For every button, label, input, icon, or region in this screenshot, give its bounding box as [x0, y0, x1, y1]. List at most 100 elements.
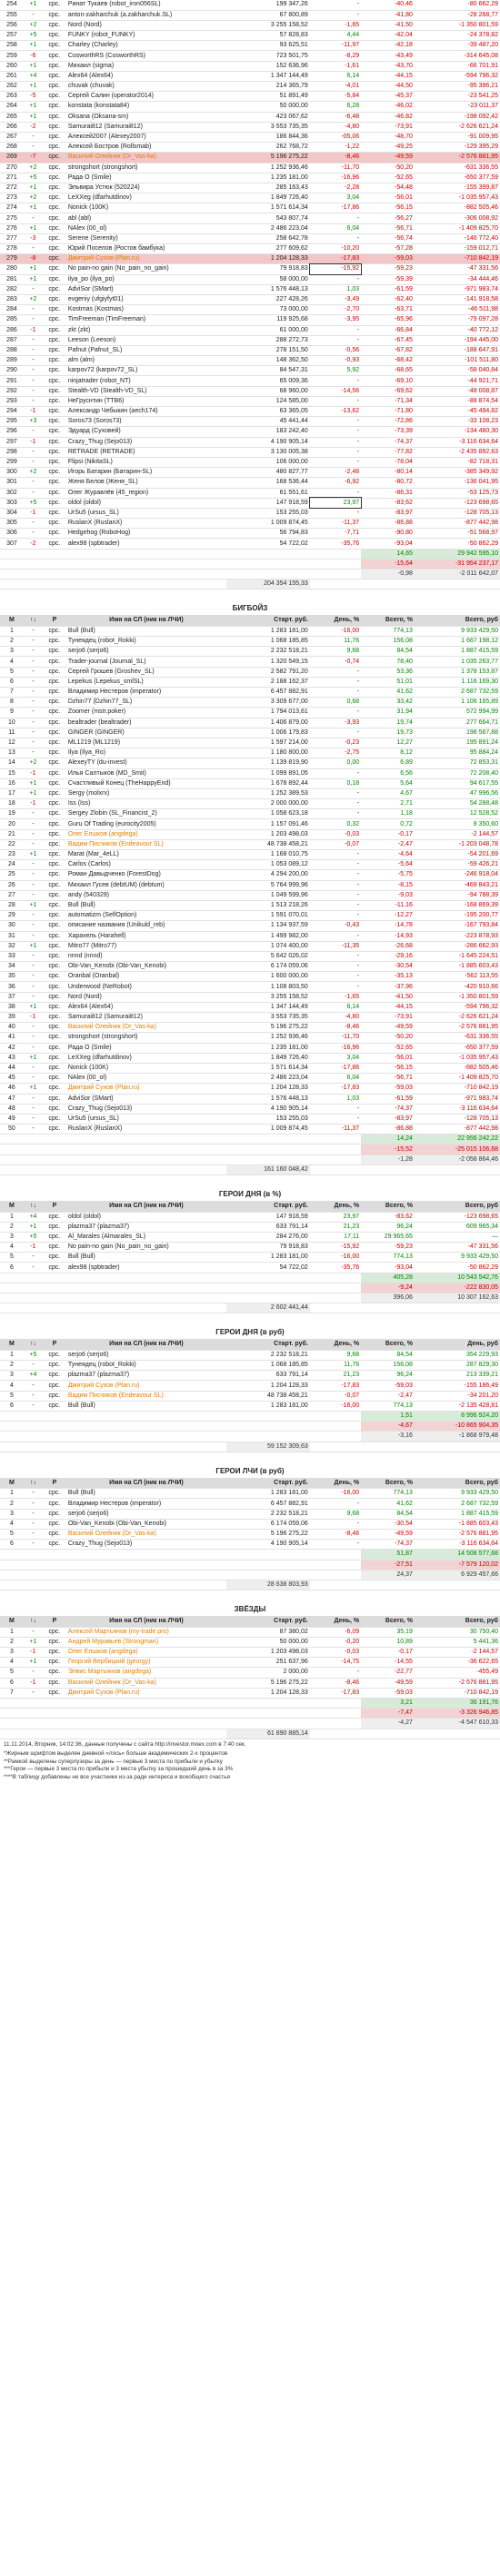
participant-name: bealtrader (bealtrader)	[65, 718, 227, 728]
table-row: 7- срс. Владимир Нестеров (imperator) 6 457…	[0, 687, 500, 698]
start-capital-cell: 84 547,31	[226, 365, 310, 377]
start-capital-cell: 87 380,02	[226, 1627, 310, 1638]
participant-name: serjo6 (serjo6)	[65, 1509, 227, 1520]
rank-change-cell: -	[23, 355, 43, 367]
type-cell: срс.	[42, 718, 66, 728]
total-percent-cell: -56,01	[361, 1053, 415, 1064]
total-rub-cell: -46 511,98	[414, 304, 500, 316]
table-row: 277 -3 срс. Serene (Serenity) 258 642,78- -56…	[0, 233, 500, 245]
summary-rub-cell: 14 508 577,68	[414, 1549, 500, 1560]
total-percent-cell: -35,13	[361, 971, 415, 983]
table-row: 36- срс. Underwood (NeRobot) 1 108 803,50- -…	[0, 981, 500, 993]
rank-change-cell: -1	[23, 768, 43, 779]
summary-empty-cell	[309, 1698, 362, 1709]
type-cell: срс.	[42, 396, 66, 408]
total-rub-cell: -47 331,56	[414, 263, 500, 275]
participant-name: Oranbal (Oranbal)	[65, 971, 227, 983]
participant-name: Crazy_Thug (Sejo013)	[65, 1539, 227, 1551]
participant-name: Владимир Нестеров (imperator)	[65, 1498, 227, 1510]
summary-empty-cell	[226, 1570, 310, 1580]
table-row: 5- срс. Элвис Мартьянов (angdega) 2 000,00-…	[0, 1667, 500, 1679]
type-cell: срс.	[42, 1002, 66, 1014]
summary-empty-cell	[226, 1154, 310, 1165]
table-row: 3- срс. serjo6 (serjo6) 2 232 518,21 9,68 84,…	[0, 646, 500, 658]
participant-name: Женя Белов (Женя_SL)	[65, 477, 227, 489]
column-header-p: Р	[42, 1616, 66, 1628]
rank-change-cell: -	[23, 677, 43, 689]
table-row: 264 +1 срс. konstata (konstata84) 50 000,00 6…	[0, 101, 500, 113]
total-rub-cell: -1 885 603,43	[414, 1519, 500, 1531]
rank-cell: 264	[0, 101, 24, 113]
day-percent-cell: -	[309, 910, 362, 922]
total-percent-cell: -86,31	[361, 488, 415, 499]
rank-change-cell: +2	[23, 20, 43, 32]
table-row: 266 -2 срс. Samurai812 (Samurai812) 3 553 73…	[0, 122, 500, 133]
rank-cell: 50	[0, 1124, 24, 1135]
summary-rub-cell: -31 954 237,17	[414, 559, 500, 570]
summary-empty-cell	[226, 1144, 310, 1155]
total-rub-cell: -877 442,98	[414, 518, 500, 530]
table-row: 254 +1 срс. Ринат Тукаев (robot_iron056SL) 1…	[0, 0, 500, 11]
total-percent-cell: 41,62	[361, 687, 415, 698]
participant-name: Flipsi (NikitaSL)	[65, 457, 227, 469]
rank-change-cell: -	[23, 920, 43, 932]
participant-name: strongshort (strongshort)	[65, 1032, 227, 1044]
rank-change-cell: -	[23, 1688, 43, 1699]
total-percent-cell: -43,70	[361, 61, 415, 72]
table-row: 47- срс. AdviSor (SMart) 1 576 448,13 1,03 -6…	[0, 1094, 500, 1105]
rank-change-cell: +5	[23, 498, 43, 509]
type-cell: срс.	[42, 30, 66, 42]
start-capital-cell: 633 791,14	[226, 1370, 310, 1382]
column-header-name: Имя на СЛ (ник на ЛЧИ)	[65, 1201, 227, 1213]
summary-empty-cell	[309, 1718, 362, 1729]
total-percent-cell: -49,25	[361, 142, 415, 154]
type-cell: срс.	[42, 656, 66, 668]
day-percent-cell: 6,14	[309, 71, 362, 83]
day-percent-cell: -11,35	[309, 941, 362, 952]
participant-name: Александр Чебыкин (aech174)	[65, 406, 227, 418]
start-capital-cell: 4 190 905,14	[226, 1104, 310, 1115]
participant-name: andy (540329)	[65, 890, 227, 901]
summary-empty-cell	[42, 559, 66, 570]
type-cell: срс.	[42, 697, 66, 708]
rank-cell: 26	[0, 880, 24, 891]
summary-empty-cell	[65, 579, 227, 590]
type-cell: срс.	[42, 1498, 66, 1510]
type-cell: срс.	[42, 910, 66, 922]
total-percent-cell: -93,04	[361, 1262, 415, 1273]
participant-name: plazma37 (plazma37)	[65, 1222, 227, 1233]
rank-change-cell: +1	[23, 183, 43, 194]
start-capital-cell: 423 067,62	[226, 112, 310, 123]
total-rub-cell: -79 097,28	[414, 314, 500, 326]
participant-name: Leeson (Leeson)	[65, 335, 227, 346]
summary-empty-cell	[65, 1154, 227, 1165]
rank-cell: 274	[0, 203, 24, 214]
type-cell: срс.	[42, 325, 66, 336]
table-row: 278- срс. Юрий Поселов (Ростов бамбука) 277…	[0, 243, 500, 255]
total-percent-cell: -40,46	[361, 0, 415, 11]
type-cell: срс.	[42, 636, 66, 648]
type-cell: срс.	[42, 1094, 66, 1105]
type-cell: срс.	[42, 365, 66, 377]
summary-rub-cell: -7 579 120,02	[414, 1560, 500, 1570]
total-percent-cell: -56,27	[361, 213, 415, 224]
start-capital-cell: 277 609,62	[226, 243, 310, 255]
summary-empty-cell	[309, 1283, 362, 1294]
type-cell: срс.	[42, 1073, 66, 1085]
rank-change-cell: -	[23, 213, 43, 224]
total-rub-cell: -123 698,65	[414, 498, 500, 509]
day-percent-cell: -	[309, 1519, 362, 1531]
summary-empty-cell	[23, 1560, 43, 1570]
type-cell: срс.	[42, 1667, 66, 1679]
summary-row: -15,64 -31 954 237,17	[0, 559, 500, 570]
day-percent-cell: -	[309, 213, 362, 224]
summary-row: 396,06 10 307 162,63	[0, 1293, 500, 1304]
day-percent-cell: -11,37	[309, 518, 362, 530]
start-capital-cell: 1 006 179,83	[226, 728, 310, 738]
summary-empty-cell	[226, 1283, 310, 1294]
summary-row: -0,98 -2 011 642,07	[0, 569, 500, 580]
summary-empty-cell	[309, 1570, 362, 1580]
summary-empty-cell	[309, 1708, 362, 1719]
type-cell: срс.	[42, 406, 66, 418]
start-capital-cell: 4 294 200,00	[226, 869, 310, 881]
